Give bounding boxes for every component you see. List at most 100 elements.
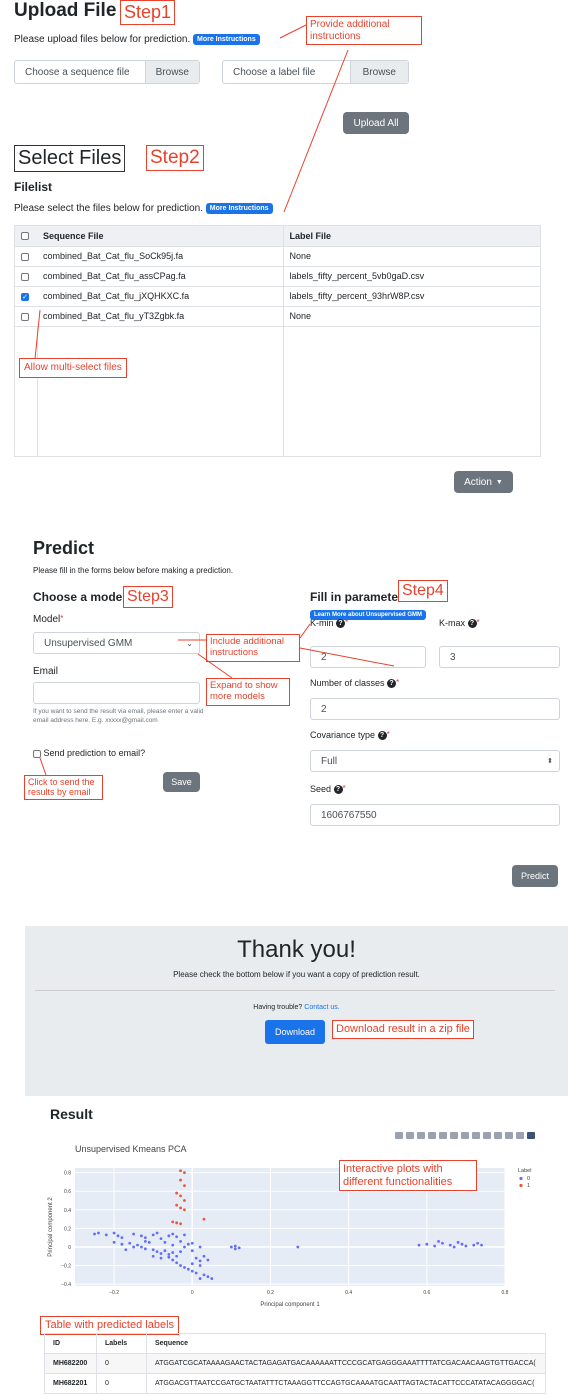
data-point-label-0[interactable] (202, 1254, 206, 1258)
data-point-label-0[interactable] (147, 1240, 151, 1244)
data-point-label-0[interactable] (171, 1243, 175, 1247)
data-point-label-0[interactable] (186, 1267, 190, 1271)
file-row[interactable]: ✓ combined_Bat_Cat_flu_jXQHKXC.fa labels… (15, 286, 540, 307)
data-point-label-1[interactable] (175, 1203, 179, 1207)
data-point-label-0[interactable] (140, 1234, 143, 1238)
data-point-label-1[interactable] (179, 1178, 182, 1182)
model-select[interactable]: Unsupervised GMM ⌄ (33, 632, 200, 654)
col-sequence-file[interactable]: Sequence File (37, 226, 284, 247)
help-icon[interactable]: ? (333, 785, 343, 795)
data-point-label-0[interactable] (229, 1245, 233, 1249)
col-labels[interactable]: Labels (96, 1333, 147, 1354)
data-point-label-0[interactable] (198, 1277, 202, 1280)
data-point-label-0[interactable] (159, 1252, 163, 1255)
zoom-out-icon[interactable] (461, 1132, 469, 1139)
data-point-label-0[interactable] (237, 1246, 241, 1250)
data-point-label-0[interactable] (112, 1240, 116, 1244)
data-point-label-0[interactable] (194, 1271, 198, 1275)
col-id[interactable]: ID (44, 1333, 97, 1354)
data-point-label-0[interactable] (128, 1241, 132, 1245)
data-point-label-0[interactable] (190, 1269, 194, 1273)
reset-axes-icon[interactable] (483, 1132, 491, 1139)
data-point-label-1[interactable] (202, 1217, 206, 1221)
data-point-label-0[interactable] (441, 1241, 444, 1245)
data-point-label-0[interactable] (151, 1254, 155, 1258)
data-point-label-1[interactable] (179, 1194, 182, 1198)
data-point-label-0[interactable] (210, 1277, 214, 1280)
camera-icon[interactable] (395, 1132, 403, 1139)
zoom-icon[interactable] (406, 1132, 414, 1139)
legend-entry[interactable]: 0 (527, 1176, 530, 1182)
data-point-label-0[interactable] (456, 1240, 460, 1244)
send-email-option[interactable]: Send prediction to email? (33, 748, 145, 758)
data-point-label-0[interactable] (206, 1258, 210, 1262)
autoscale-icon[interactable] (472, 1132, 480, 1139)
data-point-label-0[interactable] (183, 1245, 186, 1249)
file-row[interactable]: combined_Bat_Cat_flu_yT3Zgbk.fa None (15, 306, 540, 327)
data-point-label-0[interactable] (167, 1255, 171, 1259)
data-point-label-0[interactable] (233, 1244, 237, 1248)
data-point-label-0[interactable] (151, 1233, 155, 1237)
kmax-input[interactable]: 3 (439, 646, 560, 668)
spike-icon[interactable] (494, 1132, 502, 1139)
legend-marker[interactable] (519, 1183, 523, 1188)
predict-button[interactable]: Predict (512, 865, 558, 887)
pca-scatter-chart[interactable]: −0.4 −0.2 0 0.2 0.4 0.6 0.8 −0.2 0 0.2 0.4 0.6 0.8 Pr… (40, 1164, 560, 1316)
data-point-label-0[interactable] (206, 1275, 210, 1279)
data-point-label-1[interactable] (179, 1222, 182, 1226)
data-point-label-0[interactable] (175, 1235, 179, 1239)
row-checkbox-checked[interactable]: ✓ (21, 292, 29, 301)
download-button[interactable]: Download (265, 1020, 325, 1044)
data-point-label-0[interactable] (460, 1242, 464, 1246)
data-point-label-0[interactable] (190, 1262, 194, 1266)
data-point-label-0[interactable] (116, 1234, 120, 1238)
help-icon[interactable]: ? (377, 731, 387, 741)
data-point-label-0[interactable] (132, 1245, 136, 1249)
sequence-file-input[interactable]: Choose a sequence file Browse (14, 60, 200, 84)
data-point-label-0[interactable] (233, 1247, 237, 1251)
data-point-label-0[interactable] (143, 1236, 147, 1240)
seed-input[interactable]: 1606767550 (310, 804, 560, 826)
data-point-label-0[interactable] (124, 1248, 128, 1252)
data-point-label-0[interactable] (104, 1233, 108, 1237)
action-dropdown-button[interactable]: Action ▼ (454, 471, 513, 493)
data-point-label-1[interactable] (179, 1206, 182, 1210)
data-point-label-0[interactable] (179, 1240, 182, 1243)
data-point-label-0[interactable] (476, 1241, 480, 1245)
data-point-label-0[interactable] (167, 1234, 171, 1238)
help-icon[interactable]: ? (387, 679, 397, 689)
col-label-file[interactable]: Label File (283, 226, 540, 247)
data-point-label-0[interactable] (175, 1254, 179, 1258)
data-point-label-0[interactable] (425, 1242, 429, 1246)
data-point-label-0[interactable] (140, 1245, 143, 1249)
label-file-input[interactable]: Choose a label file Browse (222, 60, 409, 84)
data-point-label-0[interactable] (194, 1256, 198, 1260)
data-point-label-0[interactable] (183, 1266, 186, 1269)
classes-input[interactable]: 2 (310, 698, 560, 720)
data-point-label-0[interactable] (417, 1243, 421, 1247)
data-point-label-1[interactable] (175, 1221, 179, 1225)
data-point-label-0[interactable] (480, 1243, 483, 1247)
data-point-label-0[interactable] (198, 1259, 202, 1263)
lasso-icon[interactable] (439, 1132, 447, 1139)
data-point-label-0[interactable] (112, 1231, 116, 1235)
data-point-label-0[interactable] (136, 1243, 139, 1247)
col-sequence[interactable]: Sequence (146, 1333, 546, 1354)
select-more-instructions-button[interactable]: More Instructions (205, 203, 273, 214)
data-point-label-0[interactable] (93, 1232, 96, 1236)
data-point-label-0[interactable] (132, 1232, 136, 1236)
send-email-checkbox[interactable] (33, 749, 41, 758)
data-point-label-1[interactable] (183, 1199, 186, 1202)
data-point-label-1[interactable] (179, 1169, 182, 1173)
sequence-browse-button[interactable]: Browse (144, 61, 199, 83)
data-point-label-0[interactable] (448, 1243, 452, 1247)
data-point-label-0[interactable] (143, 1240, 147, 1243)
legend-entry[interactable]: 1 (527, 1183, 530, 1189)
file-row[interactable]: combined_Bat_Cat_flu_SoCk95j.fa None (15, 246, 540, 267)
data-point-label-0[interactable] (120, 1242, 124, 1246)
data-point-label-0[interactable] (190, 1249, 194, 1253)
email-input[interactable] (33, 682, 200, 704)
data-point-label-0[interactable] (183, 1233, 186, 1237)
covariance-select[interactable]: Full ⬍ (310, 750, 560, 772)
data-point-label-0[interactable] (433, 1244, 437, 1248)
